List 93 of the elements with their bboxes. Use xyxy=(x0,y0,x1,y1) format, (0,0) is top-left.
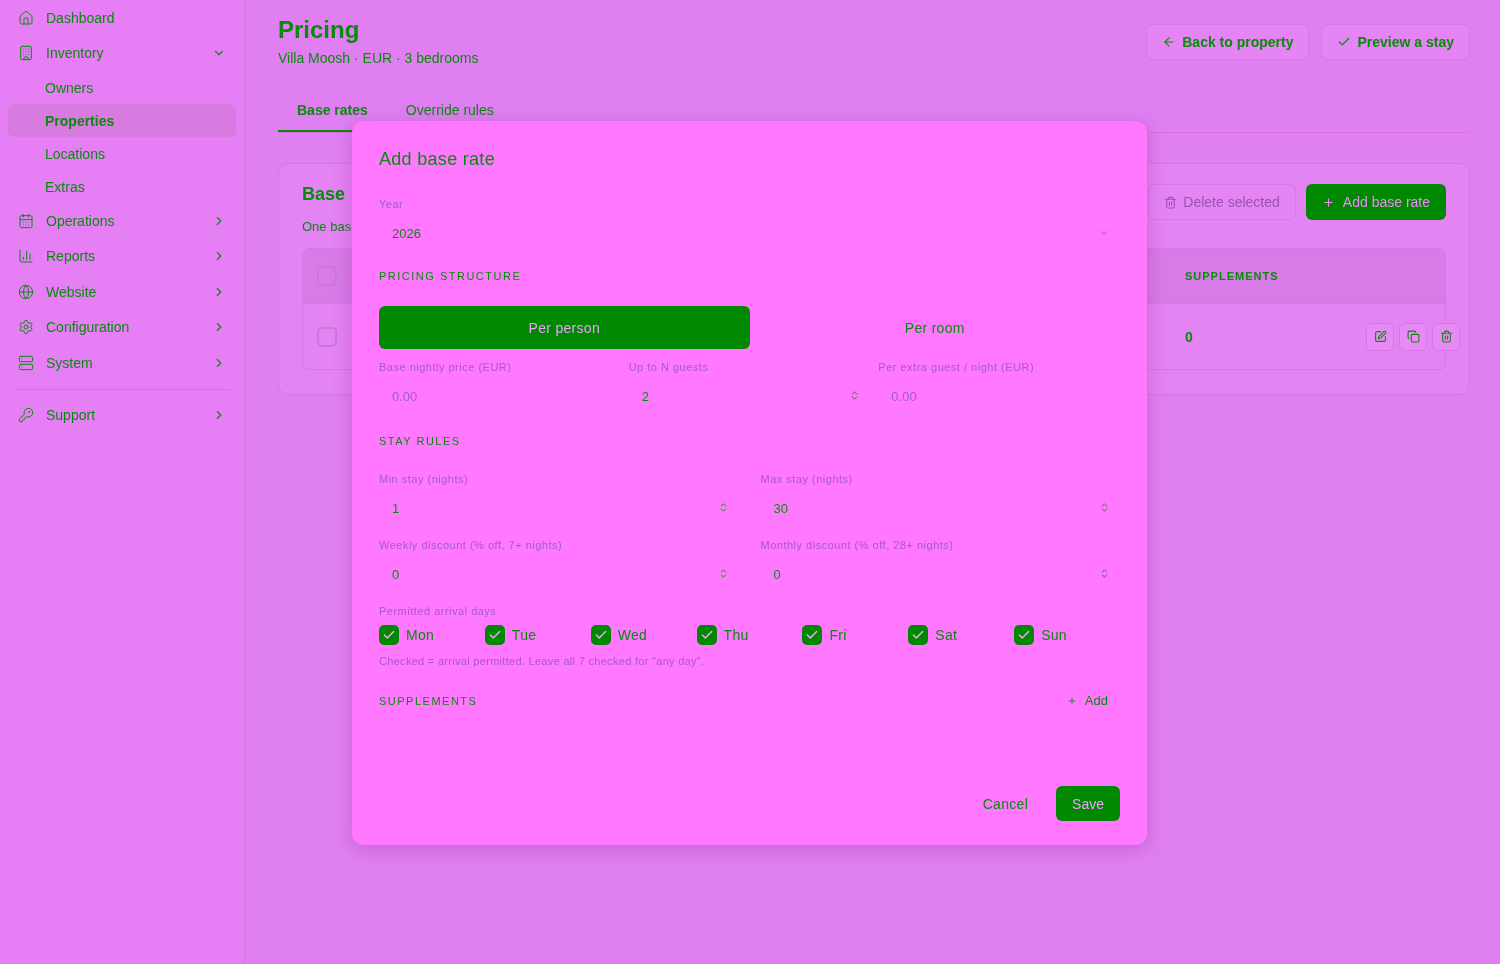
stepper-icon[interactable] xyxy=(1099,502,1110,513)
back-button[interactable]: Back to property xyxy=(1146,24,1310,60)
field-label: Up to N guests xyxy=(628,361,710,373)
field-label: Monthly discount (% off, 28+ nights) xyxy=(760,539,955,551)
server-icon xyxy=(18,354,34,371)
save-button[interactable]: Save xyxy=(1056,786,1120,821)
preview-button[interactable]: Preview a stay xyxy=(1321,24,1470,60)
input-field[interactable]: 0 xyxy=(760,557,1120,591)
day-label: Wed xyxy=(617,627,648,643)
bar-chart-icon xyxy=(18,248,34,265)
arrow-left-icon xyxy=(1162,35,1177,49)
delete-selected-button[interactable]: Delete selected xyxy=(1148,184,1296,220)
day-label: Thu xyxy=(723,627,749,643)
sidebar-item[interactable]: Properties xyxy=(8,104,236,137)
input-field[interactable]: 1 xyxy=(379,491,739,525)
checkbox[interactable] xyxy=(317,326,337,347)
trash-icon xyxy=(1164,195,1178,209)
trash-icon xyxy=(1439,330,1453,343)
sidebar-item[interactable]: System xyxy=(8,345,236,381)
sidebar-item[interactable]: Configuration xyxy=(8,309,236,345)
edit-button[interactable] xyxy=(1366,322,1394,351)
section-heading: STAY RULES xyxy=(379,435,462,447)
tab[interactable]: Override rules xyxy=(386,94,513,132)
check-icon xyxy=(1337,35,1352,49)
pencil-icon xyxy=(1373,330,1387,343)
card-title: Base xyxy=(302,184,347,205)
check-icon xyxy=(699,628,714,642)
cancel-button[interactable]: Cancel xyxy=(966,786,1045,821)
plus-icon xyxy=(1066,695,1077,706)
input-field[interactable]: 0.00 xyxy=(379,379,621,413)
field-label: Year xyxy=(379,198,405,210)
day-label: Sun xyxy=(1041,627,1067,643)
checkbox[interactable] xyxy=(379,625,399,645)
stepper-icon[interactable] xyxy=(1099,568,1110,579)
sidebar-item[interactable]: Inventory xyxy=(8,35,236,71)
field-label: Min stay (nights) xyxy=(379,473,470,485)
check-icon xyxy=(487,628,502,642)
column-header: SUPPLEMENTS xyxy=(1185,270,1280,282)
field-label: Per extra guest / night (EUR) xyxy=(878,361,1036,373)
input-field[interactable]: 30 xyxy=(760,491,1120,525)
sidebar-item[interactable]: Dashboard xyxy=(8,0,236,36)
input-field[interactable]: 0.00 xyxy=(878,379,1120,413)
page-subtitle: Villa Moosh · EUR · 3 bedrooms xyxy=(278,50,479,66)
day-label: Fri xyxy=(829,627,847,643)
field-label: Base nightly price (EUR) xyxy=(379,361,513,373)
sidebar-item[interactable]: Reports xyxy=(8,238,236,274)
segment-option[interactable]: Per room xyxy=(749,306,1120,349)
settings-icon xyxy=(18,319,34,336)
add-base-rate-button[interactable]: Add base rate xyxy=(1305,184,1446,220)
dialog-title: Add base rate xyxy=(379,149,496,170)
day-label: Mon xyxy=(406,627,435,643)
check-icon xyxy=(911,628,926,642)
sidebar-item[interactable]: Extras xyxy=(8,170,236,203)
home-icon xyxy=(18,9,34,26)
calendar-icon xyxy=(18,212,34,229)
section-heading: SUPPLEMENTS xyxy=(379,694,478,707)
sidebar-item[interactable]: Owners xyxy=(8,71,236,104)
check-icon xyxy=(1017,628,1032,642)
delete-button[interactable] xyxy=(1432,322,1460,351)
building-icon xyxy=(18,45,34,62)
card-subtitle: One bas xyxy=(302,219,352,234)
globe-icon xyxy=(18,283,34,300)
section-heading: PRICING STRUCTURE xyxy=(379,270,523,282)
input-field[interactable]: 0 xyxy=(379,557,739,591)
table-cell: 0 xyxy=(1185,328,1193,345)
checkbox[interactable] xyxy=(590,625,611,645)
sidebar-item[interactable]: Support xyxy=(8,397,236,433)
add-supplement-button[interactable]: Add xyxy=(1066,693,1120,708)
field-label: Weekly discount (% off, 7+ nights) xyxy=(379,539,564,551)
select-field[interactable]: 2026 xyxy=(379,216,1120,250)
segment-option[interactable]: Per person xyxy=(379,306,750,349)
checkbox[interactable] xyxy=(908,625,929,645)
checkbox[interactable] xyxy=(802,625,823,645)
hint-text: Checked = arrival permitted. Leave all 7 checked for "any day". xyxy=(379,655,706,667)
page-title: Pricing xyxy=(278,16,361,44)
input-field[interactable]: 2 xyxy=(628,379,871,413)
field-label: Permitted arrival days xyxy=(379,605,498,617)
sidebar-item[interactable]: Website xyxy=(8,274,236,310)
check-icon xyxy=(805,628,820,642)
day-label: Tue xyxy=(511,627,537,643)
sidebar-item[interactable]: Operations xyxy=(8,203,236,239)
checkbox[interactable] xyxy=(484,625,505,645)
check-icon xyxy=(593,628,608,642)
checkbox[interactable] xyxy=(696,625,717,645)
check-icon xyxy=(382,628,396,642)
copy-button[interactable] xyxy=(1399,322,1427,351)
copy-icon xyxy=(1406,330,1420,343)
checkbox[interactable] xyxy=(1014,625,1035,645)
field-label: Max stay (nights) xyxy=(760,473,854,485)
key-icon xyxy=(18,407,34,424)
day-label: Sat xyxy=(935,627,958,643)
plus-icon xyxy=(1321,195,1335,209)
sidebar-item[interactable]: Locations xyxy=(8,137,236,170)
